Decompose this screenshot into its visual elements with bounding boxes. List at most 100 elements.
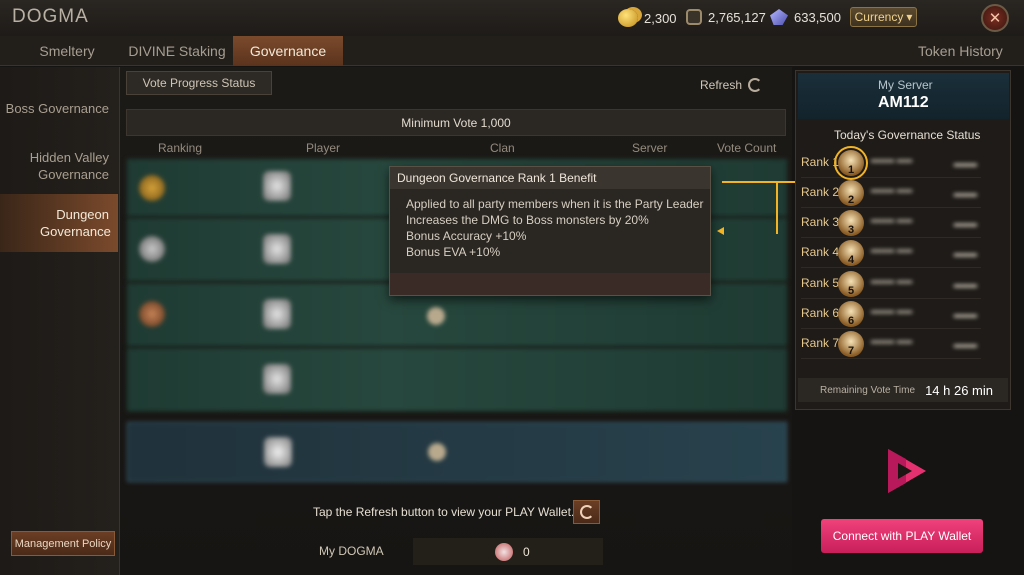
close-button[interactable]: ✕ (981, 4, 1009, 32)
my-dogma-value-box: 0 (413, 538, 603, 565)
tooltip-line: Applied to all party members when it is … (406, 197, 704, 211)
tab-smeltery[interactable]: Smeltery (12, 36, 122, 66)
rank-label: Rank 3 (801, 215, 840, 229)
rank-label: Rank 6 (801, 306, 840, 320)
avatar (263, 234, 291, 264)
currency-dropdown-button[interactable]: Currency ▾ (850, 7, 917, 27)
column-header-server: Server (632, 141, 668, 155)
tooltip-footer (390, 273, 710, 295)
remaining-vote-time-label: Remaining Vote Time (820, 384, 916, 396)
remaining-vote-time: Remaining Vote Time 14 h 26 min (798, 378, 1008, 402)
refresh-label: Refresh (700, 78, 743, 92)
gold-coins-icon (618, 9, 638, 27)
table-row-my-rank (127, 422, 787, 482)
sidebar-item-boss-governance[interactable]: Boss Governance (0, 100, 118, 117)
avatar (264, 437, 292, 467)
sidebar-item-hidden-valley-governance[interactable]: Hidden Valley Governance (0, 149, 118, 183)
tooltip-title: Dungeon Governance Rank 1 Benefit (390, 167, 710, 189)
my-dogma-label: My DOGMA (319, 544, 384, 558)
ring-token-icon (686, 9, 702, 25)
currency-button-label: Currency (854, 10, 904, 24)
refresh-icon (579, 505, 594, 519)
rank-blurred-details: ▂▂▂ ▂▂ ▂▂▂ (871, 333, 977, 348)
minimum-vote-banner: Minimum Vote 1,000 (126, 109, 786, 136)
tooltip-line: Increases the DMG to Boss monsters by 20… (406, 213, 649, 227)
rank-label: Rank 4 (801, 245, 840, 259)
column-header-player: Player (306, 141, 341, 155)
rank-blurred-details: ▂▂▂ ▂▂ ▂▂▂ (871, 212, 977, 227)
rank-benefit-tooltip: Dungeon Governance Rank 1 Benefit Applie… (389, 166, 711, 296)
rank-list-item[interactable]: Rank 7 7 ▂▂▂ ▂▂ ▂▂▂ (801, 331, 981, 359)
wallet-prompt: Tap the Refresh button to view your PLAY… (313, 505, 575, 519)
vote-progress-status-tab[interactable]: Vote Progress Status (126, 71, 272, 95)
connect-play-wallet-button[interactable]: Connect with PLAY Wallet (821, 519, 983, 553)
currency-value: 2,300 (644, 10, 677, 26)
remaining-vote-time-value: 14 h 26 min (925, 382, 993, 398)
caret-down-icon: ▾ (906, 10, 913, 24)
column-header-ranking: Ranking (158, 141, 203, 155)
clan-emblem-icon (427, 307, 445, 325)
rank-badge-icon: 6 (838, 301, 864, 327)
rank-badge-icon: 1 (834, 146, 868, 180)
rank-badge-icon: 5 (838, 271, 864, 297)
avatar (263, 364, 291, 394)
my-server-name: AM112 (878, 94, 929, 111)
currency-value: 2,765,127 (708, 9, 766, 25)
rank-list-item[interactable]: Rank 1 1 ▂▂▂ ▂▂ ▂▂▂ (801, 146, 981, 180)
tooltip-arrow-icon (717, 227, 724, 235)
wallet-refresh-button[interactable] (573, 500, 600, 524)
clan-cell (428, 443, 446, 461)
rank-medal-icon (139, 175, 165, 201)
tab-governance[interactable]: Governance (233, 36, 343, 66)
currency-crystal: 633,500 (770, 9, 841, 25)
clan-cell (427, 307, 445, 325)
rank-label: Rank 1 (801, 155, 840, 169)
rank-blurred-details: ▂▂▂ ▂▂ ▂▂▂ (871, 182, 977, 197)
management-policy-button[interactable]: Management Policy (11, 531, 115, 556)
column-header-vote-count: Vote Count (717, 141, 777, 155)
dogma-token-icon (495, 542, 513, 561)
my-dogma-value: 0 (523, 544, 530, 559)
rank-list-item[interactable]: Rank 6 6 ▂▂▂ ▂▂ ▂▂▂ (801, 301, 981, 329)
close-icon: ✕ (988, 10, 1002, 27)
rank-blurred-details: ▂▂▂ ▂▂ ▂▂▂ (871, 242, 977, 257)
rank-badge-icon: 7 (838, 331, 864, 357)
column-header-clan: Clan (490, 141, 515, 155)
rank-blurred-details: ▂▂▂ ▂▂ ▂▂▂ (871, 303, 977, 318)
crystal-icon (770, 9, 788, 25)
rank-list-item[interactable]: Rank 5 5 ▂▂▂ ▂▂ ▂▂▂ (801, 271, 981, 299)
rank-blurred-details: ▂▂▂ ▂▂ ▂▂▂ (871, 273, 977, 288)
rank-blurred-details: ▂▂▂ ▂▂ ▂▂▂ (871, 152, 977, 167)
token-history-link[interactable]: Token History (918, 43, 1003, 59)
tooltip-connector-line (722, 181, 778, 234)
table-row (127, 348, 787, 412)
sidebar (0, 67, 120, 575)
rank-badge-icon: 4 (838, 240, 864, 266)
my-server-label: My Server (878, 78, 933, 92)
play-wallet-logo-icon (888, 449, 926, 493)
refresh-button[interactable]: Refresh (700, 78, 763, 92)
rank-list-item[interactable]: Rank 3 3 ▂▂▂ ▂▂ ▂▂▂ (801, 210, 981, 238)
rank-list-item[interactable]: Rank 4 4 ▂▂▂ ▂▂ ▂▂▂ (801, 240, 981, 268)
rank-badge-icon: 3 (838, 210, 864, 236)
avatar (263, 299, 291, 329)
rank-medal-icon (139, 301, 165, 327)
rank-label: Rank 2 (801, 185, 840, 199)
sidebar-item-dungeon-governance[interactable]: Dungeon Governance (0, 194, 118, 252)
rank-list-item[interactable]: Rank 2 2 ▂▂▂ ▂▂ ▂▂▂ (801, 180, 981, 208)
clan-emblem-icon (428, 443, 446, 461)
tab-divine-staking[interactable]: DIVINE Staking (122, 36, 232, 66)
rank-label: Rank 5 (801, 276, 840, 290)
currency-gold: 2,300 (618, 9, 677, 27)
tooltip-line: Bonus Accuracy +10% (406, 229, 527, 243)
governance-status-title: Today's Governance Status (834, 128, 981, 142)
refresh-icon (748, 78, 763, 92)
currency-ring: 2,765,127 (686, 9, 766, 25)
rank-medal-icon (139, 236, 165, 262)
rank-label: Rank 7 (801, 336, 840, 350)
tooltip-line: Bonus EVA +10% (406, 245, 501, 259)
currency-value: 633,500 (794, 9, 841, 25)
app-title: DOGMA (12, 6, 89, 27)
avatar (263, 171, 291, 201)
rank-badge-icon: 2 (838, 180, 864, 206)
